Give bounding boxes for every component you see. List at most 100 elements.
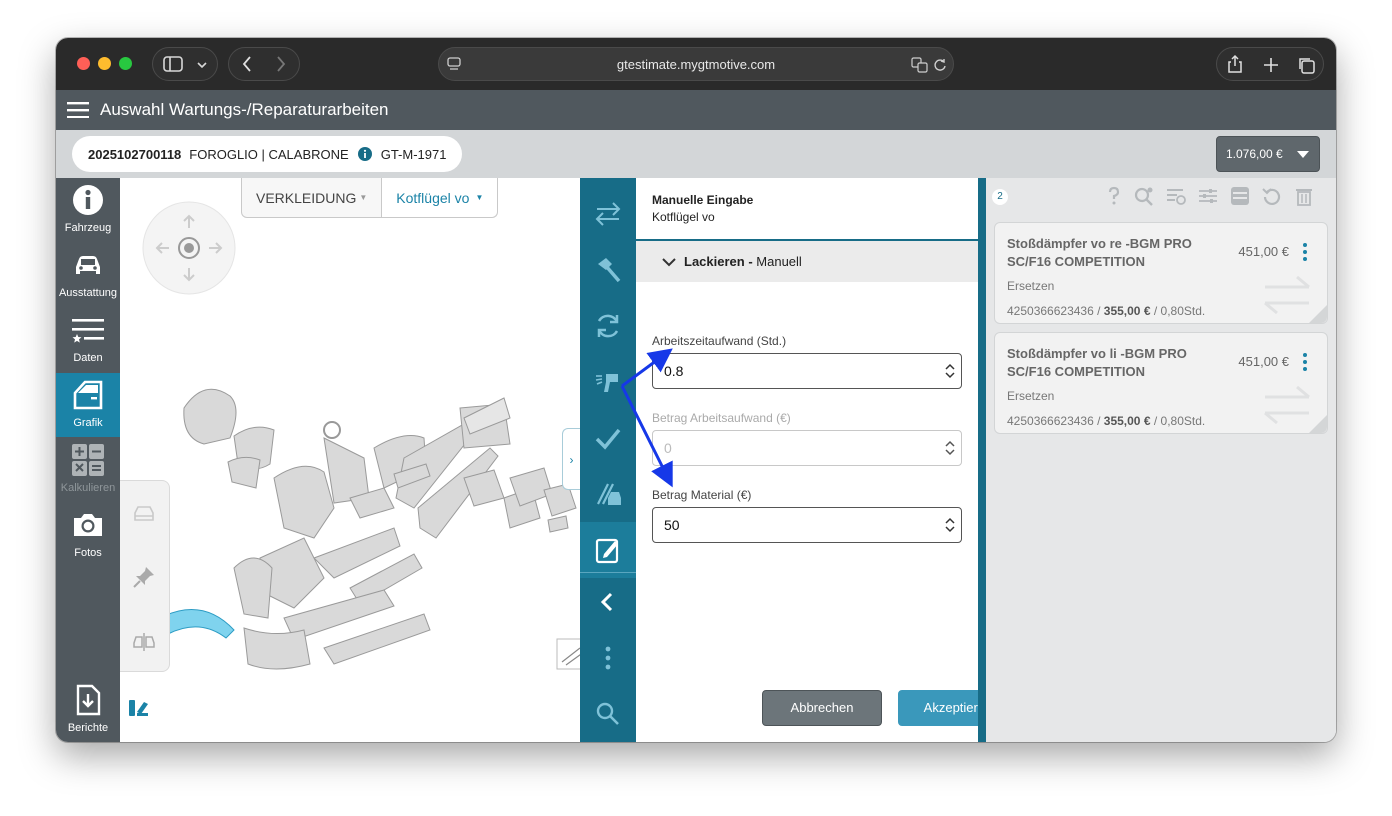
- collapse-strip-button[interactable]: [580, 574, 636, 630]
- more-options-button[interactable]: [580, 630, 636, 686]
- translate-icon[interactable]: [911, 57, 929, 73]
- swap-arrows-icon: [595, 202, 621, 226]
- panel-subtitle: Kotflügel vo: [652, 210, 715, 224]
- sidebar-label: Fotos: [74, 547, 102, 559]
- search-part-icon[interactable]: [1134, 186, 1154, 206]
- sidebar-item-kalkulieren[interactable]: Kalkulieren: [56, 438, 120, 502]
- chevron-left-icon: [600, 592, 613, 612]
- sidebar-icon: [163, 56, 183, 72]
- breadcrumb-part[interactable]: Kotflügel vo ▼: [382, 178, 498, 217]
- spinner-icon[interactable]: [945, 363, 955, 379]
- spinner-icon[interactable]: [945, 440, 955, 456]
- zoom-window-button[interactable]: [119, 57, 132, 70]
- share-icon[interactable]: [1227, 54, 1243, 74]
- sidebar-item-fahrzeug[interactable]: Fahrzeug: [56, 178, 120, 242]
- menu-icon[interactable]: [67, 102, 89, 118]
- manual-entry-button[interactable]: [580, 522, 636, 578]
- sidebar-label: Ausstattung: [58, 287, 118, 299]
- page-title: Auswahl Wartungs-/Reparaturarbeiten: [100, 100, 389, 119]
- filter-list-icon[interactable]: [1166, 186, 1186, 206]
- browser-window: gtestimate.mygtmotive.com Auswahl Wartun…: [56, 38, 1336, 742]
- browser-toolbar: gtestimate.mygtmotive.com: [56, 38, 1336, 90]
- vehicle-pill[interactable]: 2025102700118 FOROGLIO | CALABRONE GT-M-…: [72, 136, 463, 172]
- forward-icon[interactable]: [275, 56, 287, 72]
- sidebar-item-berichte[interactable]: Berichte: [56, 678, 120, 742]
- chevron-right-icon: ›: [569, 453, 574, 467]
- sidebar-label: Daten: [73, 352, 103, 364]
- car-compare-icon[interactable]: [132, 629, 156, 653]
- sliders-icon[interactable]: [1198, 186, 1218, 206]
- pin-icon[interactable]: [132, 565, 156, 589]
- search-icon: [596, 702, 619, 725]
- reload-icon[interactable]: [933, 58, 947, 72]
- paint-section-header[interactable]: Lackieren - Manuell: [636, 241, 978, 282]
- sidebar-item-ausstattung[interactable]: Ausstattung: [56, 243, 120, 307]
- annotation-arrows: [620, 348, 673, 488]
- spinner-icon[interactable]: [945, 517, 955, 533]
- close-window-button[interactable]: [77, 57, 90, 70]
- new-tab-icon[interactable]: [1263, 57, 1279, 73]
- panel-divider-bar: [978, 178, 986, 742]
- edit-corner-icon[interactable]: [1309, 415, 1327, 433]
- operation-action: Ersetzen: [1007, 389, 1055, 403]
- collapse-panel-tab[interactable]: ›: [562, 428, 580, 490]
- minimize-window-button[interactable]: [98, 57, 111, 70]
- car-icon: [76, 256, 100, 274]
- browser-actions: [1216, 47, 1324, 81]
- list-toolbar: 2: [986, 178, 1336, 214]
- sidebar-item-grafik[interactable]: Grafik: [56, 373, 120, 437]
- labor-hours-input[interactable]: 0.8: [652, 353, 962, 389]
- operation-detail: 4250366623436 / 355,00 € / 0,80Std.: [1007, 304, 1206, 318]
- app-header: Auswahl Wartungs-/Reparaturarbeiten: [56, 90, 1336, 130]
- material-amount-input[interactable]: 50: [652, 507, 962, 543]
- chevron-down-icon: [197, 62, 207, 69]
- operation-card[interactable]: Stoßdämpfer vo re -BGM PRO SC/F16 COMPET…: [994, 222, 1328, 324]
- repair-operation-button[interactable]: [580, 242, 636, 298]
- undo-icon[interactable]: [1262, 186, 1282, 206]
- total-amount-button[interactable]: 1.076,00 €: [1216, 136, 1320, 172]
- navigation-pad-icon[interactable]: [141, 200, 237, 296]
- tabs-overview-icon[interactable]: [1297, 56, 1315, 74]
- section-title: Lackieren - Manuell: [684, 254, 802, 269]
- edit-document-icon: [595, 538, 619, 564]
- calculator-summary-icon[interactable]: [1230, 186, 1250, 206]
- strip-divider: [580, 572, 636, 573]
- graphic-viewer[interactable]: VERKLEIDUNG ▼ Kotflügel vo ▼ ›: [120, 178, 580, 742]
- back-icon[interactable]: [241, 56, 253, 72]
- operation-title: Stoßdämpfer vo li -BGM PRO SC/F16 COMPET…: [1007, 346, 1187, 379]
- list-star-icon: [72, 319, 104, 343]
- replace-operation-button[interactable]: [580, 186, 636, 242]
- edit-corner-icon[interactable]: [1309, 305, 1327, 323]
- sidebar-label: Fahrzeug: [64, 222, 112, 234]
- search-button[interactable]: [580, 686, 636, 742]
- vehicle-id: 2025102700118: [88, 146, 182, 162]
- operation-price: 451,00 €: [1238, 354, 1289, 369]
- operation-card[interactable]: Stoßdämpfer vo li -BGM PRO SC/F16 COMPET…: [994, 332, 1328, 434]
- labor-amount-input[interactable]: 0: [652, 430, 962, 466]
- part-breadcrumb: VERKLEIDUNG ▼ Kotflügel vo ▼: [241, 178, 499, 218]
- zoom-window-icon[interactable]: [556, 638, 580, 670]
- address-bar[interactable]: gtestimate.mygtmotive.com: [438, 47, 954, 81]
- sidebar-item-fotos[interactable]: Fotos: [56, 503, 120, 567]
- exploded-parts-diagram[interactable]: [164, 378, 580, 698]
- info-icon: [73, 185, 103, 215]
- sidebar-toggle-button[interactable]: [152, 47, 218, 81]
- vehicle-info-bar: 2025102700118 FOROGLIO | CALABRONE GT-M-…: [56, 130, 1336, 178]
- main-sidebar: Fahrzeug Ausstattung Daten Grafik Kalkul…: [56, 178, 120, 742]
- breadcrumb-group[interactable]: VERKLEIDUNG ▼: [242, 178, 383, 217]
- trash-icon[interactable]: [1294, 186, 1314, 206]
- operation-price: 451,00 €: [1238, 244, 1289, 259]
- legend-icon[interactable]: [128, 698, 150, 718]
- chevron-down-icon: [662, 258, 676, 267]
- kebab-menu-icon[interactable]: [1302, 352, 1308, 372]
- sidebar-item-daten[interactable]: Daten: [56, 308, 120, 372]
- download-file-icon: [76, 684, 101, 716]
- info-icon[interactable]: [357, 147, 372, 161]
- kebab-menu-icon[interactable]: [1302, 242, 1308, 262]
- cancel-button[interactable]: Abbrechen: [762, 690, 882, 726]
- operations-list-pane: 2 Stoßdämpfer vo re -BGM PRO SC/F16 COMP…: [986, 178, 1336, 742]
- help-icon[interactable]: [1104, 186, 1124, 206]
- sidebar-label: Grafik: [73, 417, 103, 429]
- replace-watermark-icon: [1264, 385, 1310, 425]
- car-front-icon[interactable]: [132, 501, 156, 525]
